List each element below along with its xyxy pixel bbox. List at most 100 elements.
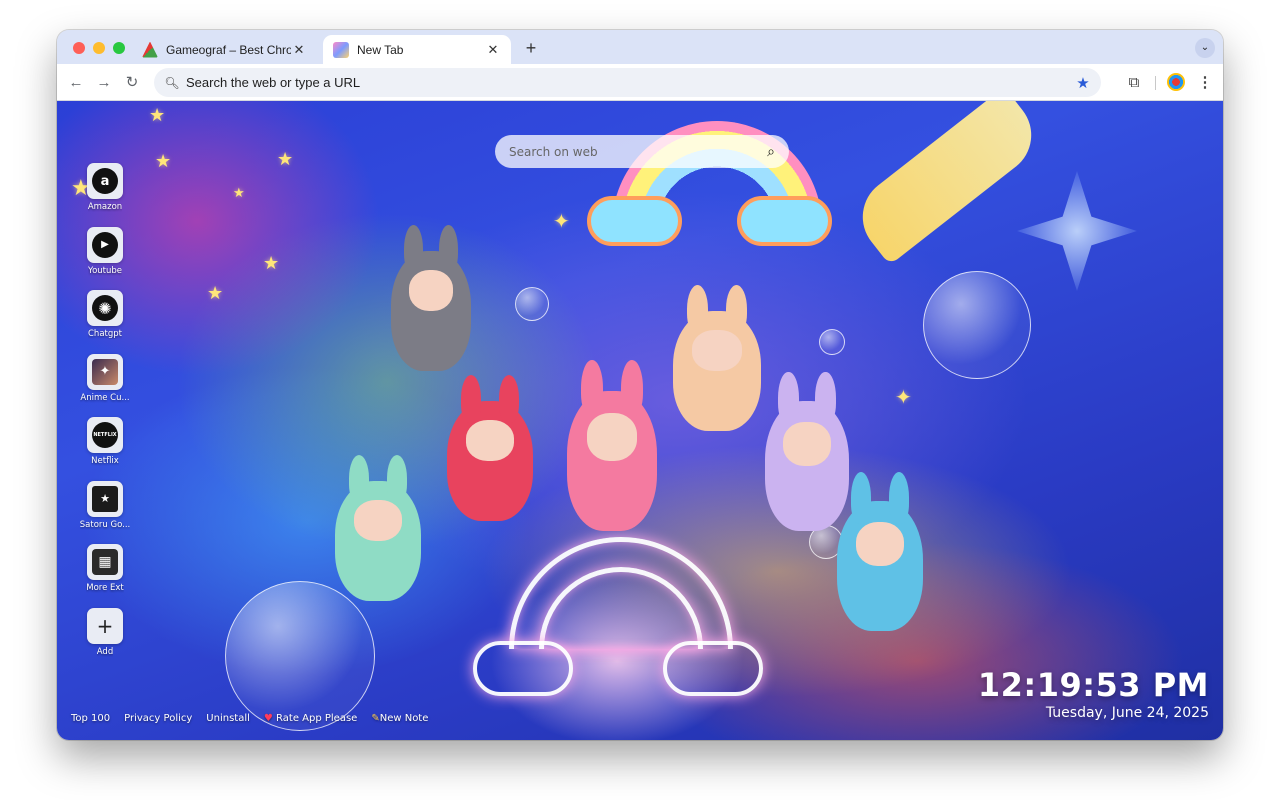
maximize-window-button[interactable]	[113, 42, 125, 54]
reload-icon[interactable]: ↻	[121, 72, 143, 94]
shortcut-label: Amazon	[87, 202, 123, 212]
chatgpt-icon: ✺	[92, 295, 118, 321]
close-tab-icon[interactable]: ✕	[291, 42, 307, 58]
shortcut-tile[interactable]: a	[87, 163, 123, 199]
shortcut-list: a Amazon ▶ Youtube ✺ Chatgpt ✦ Anime Cu.…	[75, 163, 135, 671]
star-decoration: ✦	[553, 211, 570, 233]
shortcut-anime-cursor[interactable]: ✦ Anime Cu...	[75, 353, 135, 418]
back-arrow-icon[interactable]: ←	[65, 72, 87, 94]
anime-cursor-icon: ✦	[92, 358, 118, 385]
shortcut-youtube[interactable]: ▶ Youtube	[75, 226, 135, 291]
uninstall-link[interactable]: Uninstall	[206, 713, 250, 724]
tab-title: New Tab	[357, 42, 404, 57]
peach-plush-decoration	[673, 284, 761, 431]
bookmark-star-icon[interactable]: ★	[1071, 74, 1095, 92]
search-icon[interactable]: ⌕	[767, 143, 775, 160]
address-bar[interactable]: 🔍︎ Search the web or type a URL ★	[154, 68, 1101, 97]
tab-new-tab[interactable]: New Tab ✕	[323, 35, 511, 64]
shortcut-chatgpt[interactable]: ✺ Chatgpt	[75, 290, 135, 354]
shortcut-tile[interactable]: ▦	[87, 544, 123, 580]
crystal-star-decoration	[1017, 171, 1137, 291]
shortcut-label: Anime Cu...	[80, 392, 130, 403]
tab-search-chevron-down-icon[interactable]: ⌄	[1195, 38, 1215, 58]
top-100-link[interactable]: Top 100	[71, 713, 110, 724]
bubble-decoration	[225, 581, 375, 731]
shortcut-label: Youtube	[88, 265, 122, 276]
shortcut-label: More Ext	[86, 583, 124, 593]
minimize-window-button[interactable]	[93, 42, 105, 54]
footer-links: Top 100 Privacy Policy Uninstall ♥ Rate …	[71, 713, 428, 724]
youtube-icon: ▶	[92, 231, 118, 258]
shortcut-satoru-gojo[interactable]: ★ Satoru Go...	[75, 480, 135, 545]
shortcut-amazon[interactable]: a Amazon	[75, 163, 135, 227]
bubble-decoration	[923, 271, 1031, 379]
red-plush-decoration	[447, 374, 533, 521]
star-decoration: ★	[277, 149, 294, 169]
shortcut-tile[interactable]: ✺	[87, 290, 123, 326]
shortcut-tile[interactable]: ★	[87, 480, 123, 517]
lavender-plush-decoration	[765, 372, 849, 531]
more-extensions-icon: ▦	[92, 549, 118, 575]
address-bar-placeholder: Search the web or type a URL	[186, 75, 361, 90]
yellow-feather-decoration	[846, 101, 1048, 266]
tab-strip: Gameograf – Best Chrome Li ✕ New Tab ✕ +…	[57, 30, 1223, 64]
bubble-decoration	[819, 329, 845, 355]
shortcut-netflix[interactable]: NETFLIX Netflix	[75, 417, 135, 481]
new-note-link[interactable]: ✎New Note	[371, 713, 428, 724]
rate-app-link[interactable]: ♥ Rate App Please	[264, 713, 357, 724]
tab-title: Gameograf – Best Chrome Li	[166, 42, 291, 57]
shortcut-label: Add	[96, 646, 114, 657]
web-search-bar[interactable]: ⌕	[495, 135, 789, 168]
pencil-icon: ✎	[371, 713, 380, 724]
mint-plush-decoration	[335, 454, 421, 601]
heart-icon: ♥	[263, 713, 273, 724]
rate-app-label: Rate App Please	[276, 713, 358, 724]
gray-plush-decoration	[391, 224, 471, 371]
new-tab-favicon-icon	[333, 41, 349, 58]
star-decoration: ★	[233, 185, 245, 200]
add-icon: +	[96, 613, 114, 638]
clock-time: 12:19:53 PM	[977, 666, 1209, 704]
star-decoration: ★	[155, 151, 172, 171]
amazon-icon: a	[92, 168, 118, 194]
star-decoration: ★	[263, 253, 280, 273]
new-tab-button[interactable]: +	[519, 37, 543, 61]
star-decoration: ★	[149, 105, 166, 125]
forward-arrow-icon[interactable]: →	[93, 72, 115, 94]
shortcut-add[interactable]: + Add	[75, 607, 135, 672]
shortcut-more-ext[interactable]: ▦ More Ext	[75, 544, 135, 608]
tab-gameograf[interactable]: Gameograf – Best Chrome Li ✕	[132, 35, 317, 64]
star-decoration: ★	[207, 283, 224, 303]
satoru-gojo-icon: ★	[92, 485, 118, 512]
extensions-puzzle-icon[interactable]: ⧉	[1123, 72, 1145, 94]
shortcut-tile[interactable]: NETFLIX	[87, 417, 123, 453]
web-search-input[interactable]	[509, 144, 768, 159]
neon-cloud-decoration	[663, 641, 763, 696]
bubble-decoration	[515, 287, 549, 321]
add-shortcut-button[interactable]: +	[87, 607, 123, 644]
new-tab-page: ★ ★ ★ ★ ★ ★ ★ ✦ ✦ ⌕ a Amazon ▶ Yout	[57, 101, 1223, 740]
shortcut-tile[interactable]: ✦	[87, 353, 123, 390]
close-window-button[interactable]	[73, 42, 85, 54]
search-icon: 🔍︎	[164, 75, 180, 90]
shortcut-label: Chatgpt	[88, 329, 122, 339]
pink-plush-decoration	[567, 360, 657, 531]
close-tab-icon[interactable]: ✕	[485, 42, 501, 58]
more-menu-icon[interactable]: ⋮	[1197, 72, 1213, 94]
privacy-policy-link[interactable]: Privacy Policy	[124, 713, 192, 724]
profile-avatar[interactable]	[1167, 73, 1185, 91]
shortcut-tile[interactable]: ▶	[87, 226, 123, 263]
cloud-decoration	[737, 196, 832, 246]
cloud-decoration	[587, 196, 682, 246]
neon-cloud-decoration	[473, 641, 573, 696]
blue-plush-decoration	[837, 472, 923, 631]
toolbar-divider	[1155, 76, 1156, 90]
clock-widget: 12:19:53 PM Tuesday, June 24, 2025	[978, 667, 1209, 723]
window-controls	[73, 42, 125, 54]
shortcut-label: Netflix	[91, 456, 119, 466]
star-decoration: ✦	[895, 387, 912, 409]
browser-toolbar: ← → ↻ 🔍︎ Search the web or type a URL ★ …	[57, 64, 1223, 101]
browser-window: Gameograf – Best Chrome Li ✕ New Tab ✕ +…	[57, 30, 1223, 740]
clock-date: Tuesday, June 24, 2025	[1045, 705, 1209, 721]
new-note-label: New Note	[379, 713, 429, 724]
